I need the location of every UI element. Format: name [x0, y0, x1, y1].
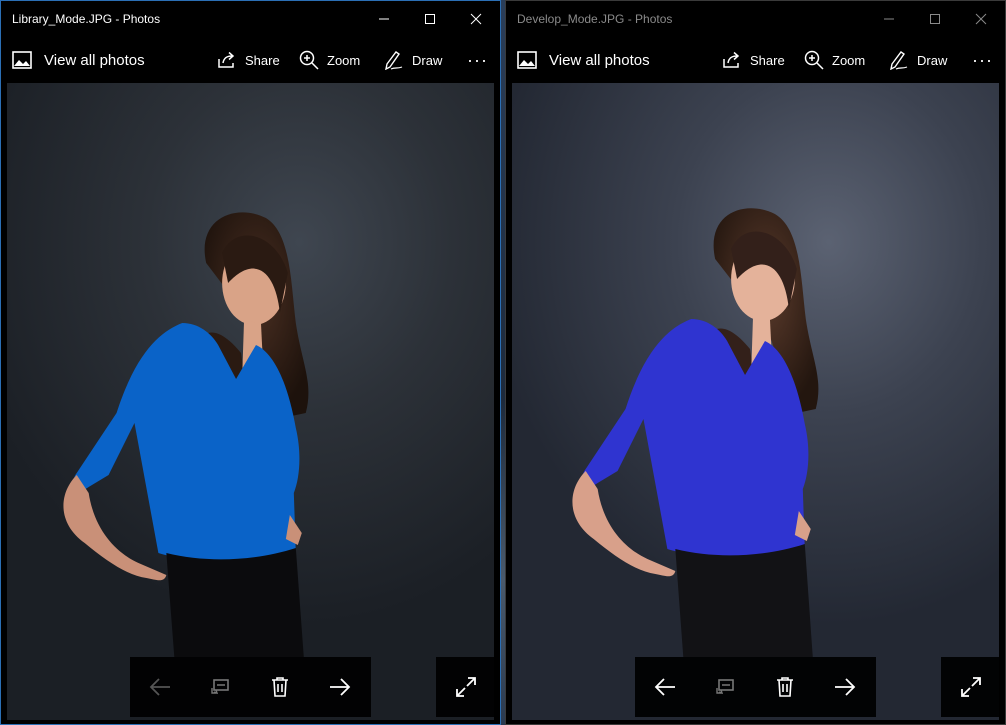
- slideshow-button[interactable]: [190, 657, 250, 717]
- draw-pen-icon: [385, 51, 403, 70]
- close-button[interactable]: [453, 1, 499, 37]
- command-bar: View all photos Share Zoom Draw ···: [1, 37, 500, 83]
- photo-image: [512, 83, 999, 720]
- more-ellipsis-icon: ···: [467, 50, 488, 70]
- zoom-in-icon: [804, 50, 824, 70]
- next-photo-button[interactable]: [310, 657, 370, 717]
- title-bar[interactable]: Library_Mode.JPG - Photos: [1, 1, 500, 37]
- close-icon: [975, 13, 987, 25]
- photos-window-develop: Develop_Mode.JPG - Photos View all photo…: [505, 0, 1006, 725]
- view-all-photos-button[interactable]: View all photos: [517, 37, 650, 83]
- draw-pen-icon: [890, 51, 908, 70]
- title-bar[interactable]: Develop_Mode.JPG - Photos: [506, 1, 1005, 37]
- arrow-right-icon: [330, 678, 351, 696]
- next-photo-button[interactable]: [815, 657, 875, 717]
- portrait-illustration: [572, 208, 819, 657]
- draw-button[interactable]: Draw: [889, 37, 947, 83]
- fullscreen-expand-icon: [961, 677, 981, 697]
- minimize-icon: [884, 18, 894, 20]
- maximize-icon: [930, 14, 940, 24]
- more-ellipsis-icon: ···: [972, 50, 993, 70]
- maximize-button[interactable]: [407, 1, 453, 37]
- fullscreen-button[interactable]: [941, 657, 1001, 717]
- window-title: Develop_Mode.JPG - Photos: [517, 12, 673, 26]
- fullscreen-expand-icon: [456, 677, 476, 697]
- trash-icon: [272, 677, 288, 697]
- delete-button[interactable]: [755, 657, 815, 717]
- draw-button[interactable]: Draw: [384, 37, 442, 83]
- maximize-button[interactable]: [912, 1, 958, 37]
- share-button[interactable]: Share: [217, 37, 280, 83]
- window-title: Library_Mode.JPG - Photos: [12, 12, 161, 26]
- view-all-photos-label: View all photos: [549, 51, 650, 69]
- view-all-photos-button[interactable]: View all photos: [12, 37, 145, 83]
- maximize-icon: [425, 14, 435, 24]
- share-icon: [723, 51, 740, 68]
- fullscreen-button[interactable]: [436, 657, 496, 717]
- arrow-left-icon: [149, 678, 170, 696]
- shirt-shape: [582, 319, 809, 556]
- minimize-icon: [379, 18, 389, 20]
- photos-icon: [517, 51, 537, 69]
- share-label: Share: [750, 52, 785, 68]
- zoom-in-icon: [299, 50, 319, 70]
- slideshow-button[interactable]: [695, 657, 755, 717]
- photo-navigation-bar: [130, 657, 371, 717]
- photo-navigation-bar: [635, 657, 876, 717]
- draw-label: Draw: [412, 52, 443, 68]
- more-options-button[interactable]: ···: [972, 37, 993, 83]
- photos-window-library: Library_Mode.JPG - Photos View all photo…: [0, 0, 501, 725]
- minimize-button[interactable]: [866, 1, 912, 37]
- slideshow-icon: [211, 679, 229, 695]
- share-button[interactable]: Share: [722, 37, 785, 83]
- photos-icon: [12, 51, 32, 69]
- portrait-illustration: [63, 212, 309, 657]
- photo-viewer[interactable]: [1, 83, 500, 724]
- zoom-button[interactable]: Zoom: [299, 37, 360, 83]
- arrow-right-icon: [835, 678, 856, 696]
- trash-icon: [777, 677, 793, 697]
- previous-photo-button[interactable]: [130, 657, 190, 717]
- arrow-left-icon: [654, 678, 675, 696]
- more-options-button[interactable]: ···: [467, 37, 488, 83]
- photo-viewer[interactable]: [506, 83, 1005, 724]
- close-icon: [470, 13, 482, 25]
- share-label: Share: [245, 52, 280, 68]
- delete-button[interactable]: [250, 657, 310, 717]
- zoom-button[interactable]: Zoom: [804, 37, 865, 83]
- view-all-photos-label: View all photos: [44, 51, 145, 69]
- shirt-shape: [73, 323, 300, 560]
- close-button[interactable]: [958, 1, 1004, 37]
- draw-label: Draw: [917, 52, 948, 68]
- zoom-label: Zoom: [832, 52, 866, 68]
- photo-image: [7, 83, 494, 720]
- slideshow-icon: [716, 679, 734, 695]
- minimize-button[interactable]: [361, 1, 407, 37]
- zoom-label: Zoom: [327, 52, 361, 68]
- previous-photo-button[interactable]: [635, 657, 695, 717]
- command-bar: View all photos Share Zoom Draw ···: [506, 37, 1005, 83]
- share-icon: [218, 51, 235, 68]
